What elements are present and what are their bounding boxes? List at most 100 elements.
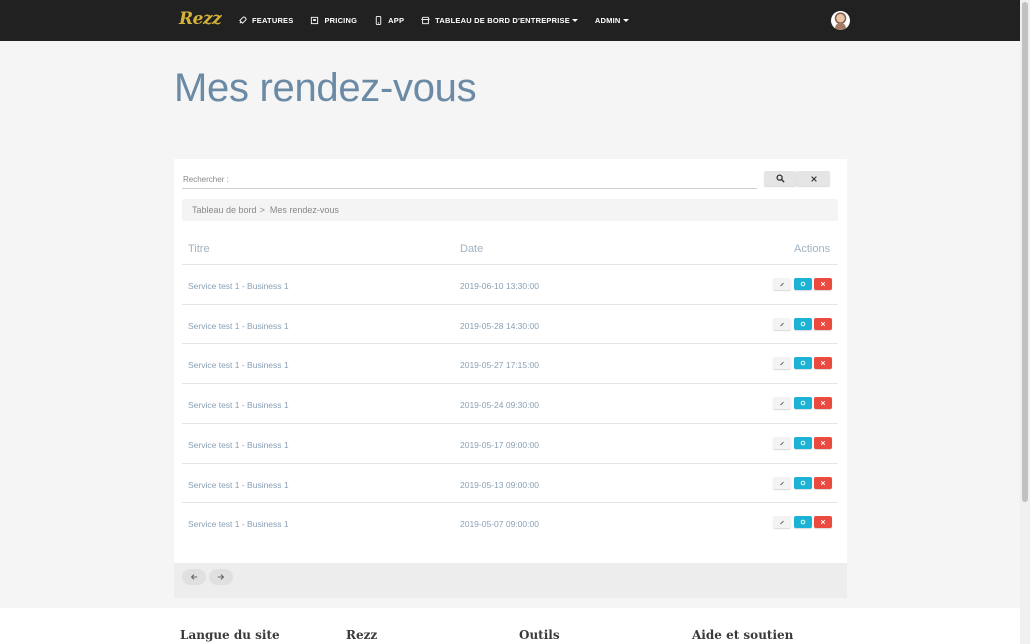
delete-button[interactable] [814,516,832,529]
next-page-button[interactable] [209,569,233,585]
nav-item-label: TABLEAU DE BORD D'ENTREPRISE [435,16,570,25]
close-icon [820,281,826,287]
gear-icon [800,281,806,287]
gear-icon [800,480,806,485]
view-button[interactable] [794,278,812,290]
nav-item-app[interactable]: APP [374,16,404,25]
close-icon [820,520,826,525]
view-button[interactable] [794,476,812,489]
row-date: 2019-05-17 09:00:00 [460,439,539,450]
gear-icon [800,519,806,525]
row-title[interactable]: Service test 1 - Business 1 [188,281,289,291]
row-title[interactable]: Service test 1 - Business 1 [188,400,289,410]
footer-heading-tools: Outils [519,628,560,642]
column-header-actions: Actions [794,243,831,255]
pencil-icon [780,520,784,525]
edit-button[interactable] [773,436,791,449]
edit-button[interactable] [773,357,791,370]
scrollbar-thumb[interactable] [1022,2,1028,502]
search-button[interactable] [764,171,797,186]
pencil-icon [780,322,784,327]
footer-heading-language: Langue du site [180,628,280,642]
gear-icon [800,440,806,446]
edit-button[interactable] [773,516,791,529]
row-title[interactable]: Service test 1 - Business 1 [188,360,289,370]
gear-icon [800,321,806,326]
view-button[interactable] [794,436,812,449]
clear-search-button[interactable] [797,171,830,186]
row-date: 2019-05-24 09:30:00 [460,400,539,411]
view-button[interactable] [794,317,812,330]
nav-item-label: ADMIN [594,16,621,25]
view-button[interactable] [794,357,812,370]
search-label: Rechercher : [183,175,229,184]
search-icon [776,174,785,183]
mobile-icon [375,16,382,25]
avatar[interactable] [831,11,850,30]
footer-heading-rezz: Rezz [346,628,378,642]
nav-item-label: APP [388,16,405,25]
row-title[interactable]: Service test 1 - Business 1 [188,321,289,331]
row-title[interactable]: Service test 1 - Business 1 [188,440,289,450]
pencil-icon [780,362,784,366]
edit-button[interactable] [773,476,791,489]
delete-button[interactable] [814,397,832,410]
nav-item-business-dashboard[interactable]: TABLEAU DE BORD D'ENTREPRISE [421,16,578,25]
gear-icon [800,400,806,406]
close-icon [820,361,826,366]
delete-button[interactable] [814,436,832,449]
chevron-down-icon [571,19,578,22]
arrow-left-icon [190,574,198,580]
row-date: 2019-06-10 13:30:00 [460,281,539,291]
breadcrumb-separator: > [259,205,265,215]
nav-item-label: PRICING [324,16,358,25]
close-icon [810,175,817,182]
tag-icon [311,16,319,25]
nav-item-admin[interactable]: ADMIN [595,16,629,25]
table-row: Service test 1 - Business 1 2019-05-17 09… [182,422,838,463]
row-title[interactable]: Service test 1 - Business 1 [188,480,289,490]
brand-logo[interactable]: Rezz [179,9,222,29]
close-icon [820,321,826,326]
breadcrumb-root[interactable]: Tableau de bord [192,205,257,215]
table-row: Service test 1 - Business 1 2019-05-07 09… [182,502,838,542]
table-row: Service test 1 - Business 1 2019-05-24 09… [182,383,838,423]
delete-button[interactable] [814,317,832,330]
nav-item-pricing[interactable]: PRICING [310,16,357,25]
table-row: Service test 1 - Business 1 2019-05-28 14… [182,303,838,344]
close-icon [820,440,826,445]
view-button[interactable] [794,397,812,410]
view-button[interactable] [794,516,812,529]
breadcrumb-current: Mes rendez-vous [269,205,339,215]
arrow-right-icon [217,574,225,580]
row-title[interactable]: Service test 1 - Business 1 [188,519,289,529]
top-navbar: Rezz FEATURES PRICING APP TABLEAU DE BOR… [0,0,1020,41]
nav-item-features[interactable]: FEATURES [238,16,293,25]
footer: Langue du site Rezz Outils Aide et souti… [0,608,1020,644]
row-date: 2019-05-27 17:15:00 [460,360,539,371]
pencil-icon [780,282,784,287]
store-icon [421,16,430,25]
chevron-down-icon [622,19,629,22]
breadcrumb: Tableau de bord > Mes rendez-vous [182,199,838,221]
table-row: Service test 1 - Business 1 2019-06-10 13… [182,264,838,304]
pagination [174,563,847,598]
column-header-date: Date [460,243,484,255]
table-row: Service test 1 - Business 1 2019-05-13 09… [182,462,838,503]
row-date: 2019-05-13 09:00:00 [460,479,539,490]
delete-button[interactable] [814,278,832,290]
delete-button[interactable] [814,357,832,370]
search-input[interactable] [182,172,757,189]
footer-heading-help: Aide et soutien [692,628,794,642]
close-icon [820,480,826,485]
edit-button[interactable] [773,317,791,330]
rocket-icon [239,16,247,24]
edit-button[interactable] [773,397,791,410]
table-row: Service test 1 - Business 1 2019-05-27 17… [182,343,838,383]
edit-button[interactable] [773,278,791,290]
close-icon [820,400,826,406]
appointments-card: Rechercher : Tableau de bord > Mes rende… [174,159,847,563]
delete-button[interactable] [814,476,832,489]
previous-page-button[interactable] [182,569,206,585]
nav-item-label: FEATURES [252,16,294,25]
